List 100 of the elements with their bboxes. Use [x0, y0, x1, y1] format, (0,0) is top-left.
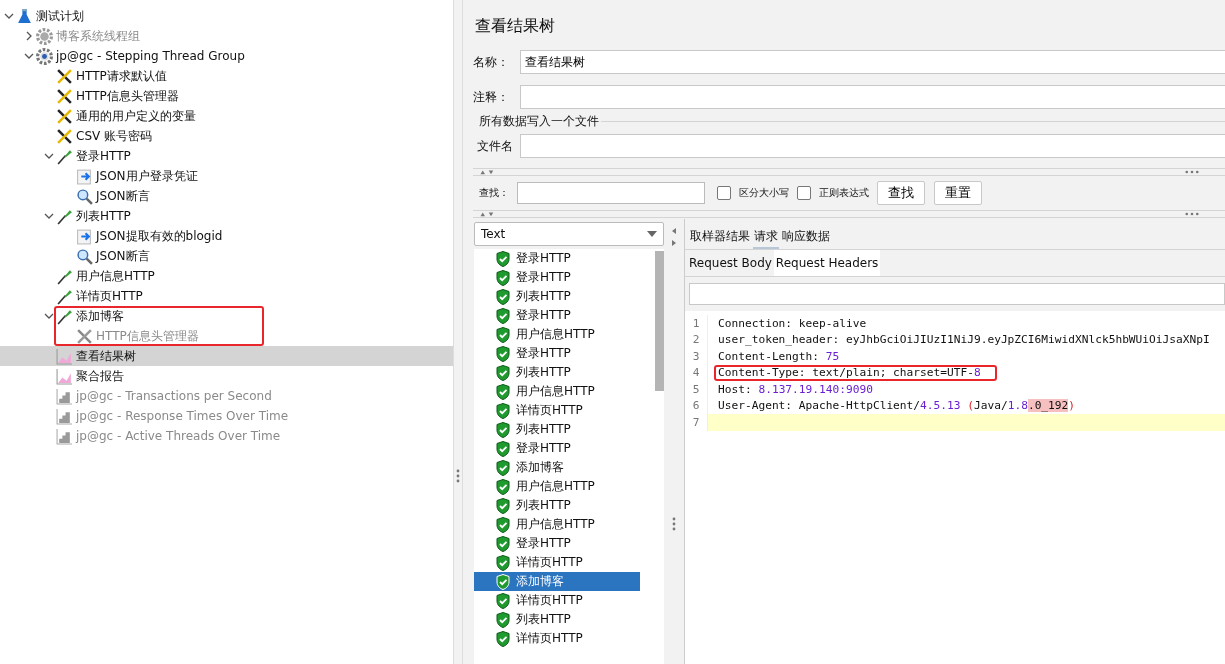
expand-caret-icon[interactable] [4, 11, 14, 21]
scrollbar-thumb[interactable] [655, 251, 664, 391]
shield-check-icon [496, 459, 510, 476]
case-sensitive-label: 区分大小写 [739, 186, 789, 200]
text-search-field[interactable] [689, 283, 1225, 305]
shield-check-icon [496, 383, 510, 400]
tools-icon [56, 67, 73, 85]
sample-item[interactable]: 列表HTTP [474, 363, 640, 382]
comment-field[interactable] [520, 85, 1225, 109]
search-field[interactable] [517, 182, 705, 204]
sample-item[interactable]: 详情页HTTP [474, 591, 640, 610]
sample-item[interactable]: 列表HTTP [474, 287, 640, 306]
expand-caret-icon[interactable] [44, 311, 54, 321]
sample-item[interactable]: 登录HTTP [474, 306, 640, 325]
expand-caret-icon[interactable] [24, 51, 34, 61]
tree-item[interactable]: jp@gc - Stepping Thread Group [0, 46, 453, 66]
sample-item[interactable]: 登录HTTP [474, 534, 640, 553]
checkbox[interactable] [797, 186, 811, 200]
code-line: Content-Length: 75 [717, 348, 841, 365]
tree-item[interactable]: 添加博客 [0, 306, 453, 326]
tree-item[interactable]: 用户信息HTTP [0, 266, 453, 286]
expand-caret-icon[interactable] [44, 211, 54, 221]
comment-label: 注释： [473, 88, 510, 106]
shield-check-icon [496, 478, 510, 495]
checkbox[interactable] [717, 186, 731, 200]
tools-icon [56, 127, 73, 145]
shield-check-icon [496, 535, 510, 552]
sample-item[interactable]: 列表HTTP [474, 496, 640, 515]
shield-check-icon [496, 573, 510, 590]
filename-label: 文件名 [477, 137, 514, 155]
shield-check-icon [496, 440, 510, 457]
tools-icon [56, 107, 73, 125]
tree-item[interactable]: HTTP请求默认值 [0, 66, 453, 86]
sample-item[interactable]: 用户信息HTTP [474, 515, 640, 534]
code-line: User-Agent: Apache-HttpClient/4.5.13 (Java/1.8.0_192) [717, 398, 1077, 414]
shield-check-icon [496, 592, 510, 609]
tree-item[interactable]: 登录HTTP [0, 146, 453, 166]
sample-item[interactable]: 添加博客 [474, 572, 640, 591]
sample-item[interactable]: 详情页HTTP [474, 553, 640, 572]
sample-item[interactable]: 详情页HTTP [474, 401, 640, 420]
shield-check-icon [496, 326, 510, 343]
tree-item[interactable]: CSV 账号密码 [0, 126, 453, 146]
result-tab[interactable]: 取样器结果 [689, 225, 751, 249]
more-dots-icon[interactable] [1185, 170, 1199, 174]
magnifier-icon [76, 247, 93, 265]
group-title: 所有数据写入一个文件 [479, 112, 600, 130]
shield-check-icon [496, 345, 510, 362]
tools-icon [76, 327, 93, 345]
sample-item[interactable]: 登录HTTP [474, 268, 640, 287]
renderer-dropdown[interactable]: Text [474, 222, 664, 246]
name-field[interactable]: 查看结果树 [520, 50, 1225, 74]
sample-item[interactable]: 列表HTTP [474, 610, 640, 629]
drag-handle-icon[interactable] [672, 517, 676, 531]
flask-icon [16, 7, 33, 25]
more-dots-icon[interactable] [1185, 212, 1199, 216]
sample-item[interactable]: 详情页HTTP [474, 629, 640, 648]
code-line: Connection: keep-alive [717, 315, 868, 332]
shield-check-icon [496, 364, 510, 381]
tree-item[interactable]: 通用的用户定义的变量 [0, 106, 453, 126]
find-button[interactable]: 查找 [877, 181, 925, 205]
dropdown-caret-icon[interactable] [647, 231, 657, 237]
gear-icon [36, 47, 53, 65]
tree-item[interactable]: JSON断言 [0, 246, 453, 266]
tree-item[interactable]: 详情页HTTP [0, 286, 453, 306]
shield-check-icon [496, 307, 510, 324]
sample-item[interactable]: 用户信息HTTP [474, 477, 640, 496]
name-label: 名称： [473, 53, 510, 71]
sample-item[interactable]: 登录HTTP [474, 344, 640, 363]
collapse-arrows-icon[interactable] [671, 227, 677, 247]
request-tab[interactable]: Request Body [687, 250, 774, 276]
sample-item[interactable]: 登录HTTP [474, 249, 640, 268]
tree-item[interactable]: 测试计划 [0, 6, 453, 26]
request-tab[interactable]: Request Headers [773, 250, 881, 276]
shield-check-icon [496, 611, 510, 628]
sample-item[interactable]: 用户信息HTTP [474, 382, 640, 401]
sample-item[interactable]: 添加博客 [474, 458, 640, 477]
tree-item[interactable]: JSON用户登录凭证 [0, 166, 453, 186]
bar-chart-icon [56, 387, 73, 405]
gear-icon [36, 27, 53, 45]
filename-field[interactable] [520, 134, 1225, 158]
shield-check-icon [496, 421, 510, 438]
tools-icon [56, 87, 73, 105]
result-tab[interactable]: 响应数据 [781, 225, 831, 249]
sample-item[interactable]: 登录HTTP [474, 439, 640, 458]
expand-caret-icon[interactable] [44, 151, 54, 161]
sample-item[interactable]: 用户信息HTTP [474, 325, 640, 344]
tree-item[interactable]: HTTP信息头管理器 [0, 86, 453, 106]
tree-item[interactable]: 聚合报告 [0, 366, 453, 386]
shield-check-icon [496, 288, 510, 305]
shield-check-icon [496, 630, 510, 647]
code-line: user_token_header: eyJhbGciOiJIUzI1NiJ9.eyJpZCI6MiwidXNlck5hbWUiOiJsaXNpI [717, 332, 1211, 348]
tree-item[interactable]: 列表HTTP [0, 206, 453, 226]
reset-button[interactable]: 重置 [934, 181, 982, 205]
tree-item[interactable]: 查看结果树 [0, 346, 453, 366]
tree-item[interactable]: JSON提取有效的blogid [0, 226, 453, 246]
bar-chart-icon [56, 407, 73, 425]
result-tab[interactable]: 请求 [753, 225, 779, 249]
drag-handle-icon[interactable] [456, 469, 460, 483]
sample-item[interactable]: 列表HTTP [474, 420, 640, 439]
tree-item[interactable]: JSON断言 [0, 186, 453, 206]
